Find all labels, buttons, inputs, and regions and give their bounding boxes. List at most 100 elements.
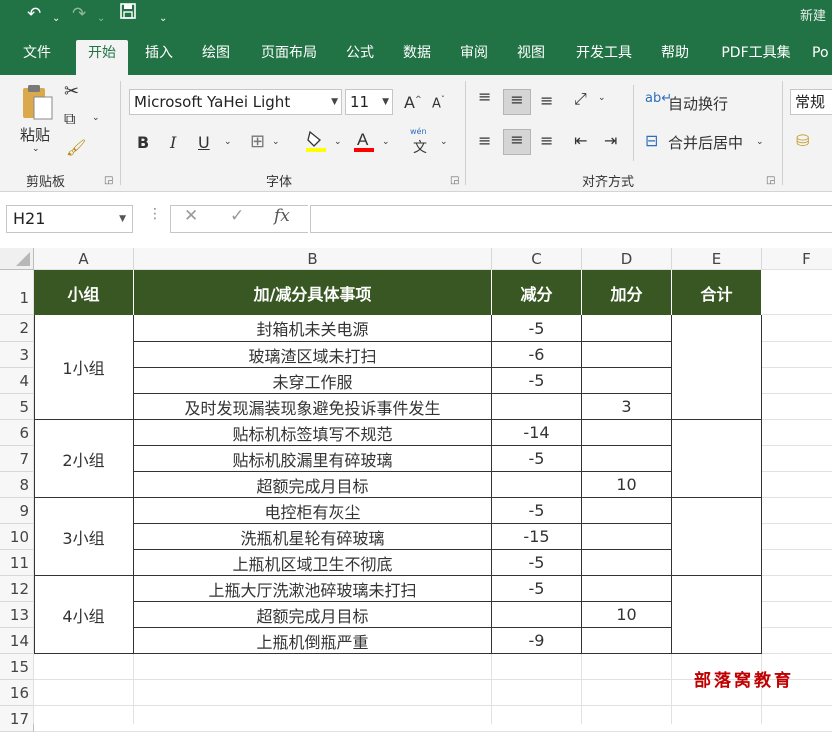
- item-description-cell[interactable]: 及时发现漏装现象避免投诉事件发生: [134, 394, 492, 420]
- header-cell-group[interactable]: 小组: [34, 270, 134, 315]
- tab-draw[interactable]: 绘图: [193, 40, 239, 75]
- row-header-17[interactable]: 17: [0, 706, 34, 732]
- row-header-10[interactable]: 10: [0, 524, 34, 550]
- row-header-7[interactable]: 7: [0, 446, 34, 472]
- select-all-corner[interactable]: [0, 248, 34, 270]
- plus-score-cell[interactable]: 3: [582, 394, 672, 420]
- cancel-icon[interactable]: ✕: [184, 206, 198, 226]
- item-description-cell[interactable]: 上瓶机区域卫生不彻底: [134, 550, 492, 576]
- copy-dropdown-icon[interactable]: ⌄: [92, 113, 100, 123]
- minus-score-cell[interactable]: -5: [492, 446, 582, 472]
- tab-view[interactable]: 视图: [508, 40, 554, 75]
- merge-center-button[interactable]: 合并后居中: [668, 132, 743, 153]
- currency-format-icon[interactable]: ⛁: [796, 131, 809, 150]
- item-description-cell[interactable]: 上瓶大厅洗漱池碎玻璃未打扫: [134, 576, 492, 602]
- redo-dropdown-icon[interactable]: ⌄: [97, 8, 105, 30]
- minus-score-cell[interactable]: [492, 602, 582, 628]
- header-cell-plus[interactable]: 加分: [582, 270, 672, 315]
- plus-score-cell[interactable]: [582, 576, 672, 602]
- underline-dropdown-icon[interactable]: ⌄: [224, 137, 232, 147]
- tab-review[interactable]: 审阅: [451, 40, 497, 75]
- item-description-cell[interactable]: 贴标机标签填写不规范: [134, 420, 492, 446]
- item-description-cell[interactable]: 超额完成月目标: [134, 472, 492, 498]
- decrease-font-size-icon[interactable]: Aˇ: [432, 95, 445, 111]
- bold-button[interactable]: B: [137, 133, 149, 152]
- undo-icon[interactable]: ↶: [27, 3, 41, 25]
- column-header-b[interactable]: B: [134, 248, 492, 270]
- minus-score-cell[interactable]: -5: [492, 550, 582, 576]
- header-cell-item[interactable]: 加/减分具体事项: [134, 270, 492, 315]
- item-description-cell[interactable]: 电控柜有灰尘: [134, 498, 492, 524]
- row-header-3[interactable]: 3: [0, 342, 34, 368]
- item-description-cell[interactable]: 封箱机未关电源: [134, 315, 492, 342]
- font-color-icon[interactable]: A: [353, 129, 375, 157]
- name-box[interactable]: H21 ▼: [6, 205, 133, 233]
- row-header-2[interactable]: 2: [0, 315, 34, 342]
- copy-icon[interactable]: ⧉: [64, 109, 75, 129]
- save-icon[interactable]: [119, 2, 137, 26]
- minus-score-cell[interactable]: -14: [492, 420, 582, 446]
- item-description-cell[interactable]: 贴标机胶漏里有碎玻璃: [134, 446, 492, 472]
- drag-handle-icon[interactable]: ⋮: [148, 206, 162, 222]
- row-header-5[interactable]: 5: [0, 394, 34, 420]
- minus-score-cell[interactable]: -5: [492, 498, 582, 524]
- header-cell-total[interactable]: 合计: [672, 270, 762, 315]
- plus-score-cell[interactable]: 10: [582, 602, 672, 628]
- alignment-launcher-icon[interactable]: ◲: [766, 175, 775, 186]
- minus-score-cell[interactable]: [492, 472, 582, 498]
- paste-icon[interactable]: [20, 83, 54, 125]
- row-header-6[interactable]: 6: [0, 420, 34, 446]
- item-description-cell[interactable]: 上瓶机倒瓶严重: [134, 628, 492, 654]
- tab-help[interactable]: 帮助: [652, 40, 698, 75]
- plus-score-cell[interactable]: [582, 446, 672, 472]
- align-bottom-icon[interactable]: ≡: [540, 91, 553, 110]
- item-description-cell[interactable]: 未穿工作服: [134, 368, 492, 394]
- tab-home[interactable]: 开始: [76, 40, 128, 75]
- fill-color-icon[interactable]: [305, 129, 327, 157]
- plus-score-cell[interactable]: [582, 368, 672, 394]
- align-center-icon[interactable]: ≡: [503, 129, 531, 155]
- row-header-9[interactable]: 9: [0, 498, 34, 524]
- font-color-dropdown-icon[interactable]: ⌄: [382, 137, 390, 147]
- total-cell[interactable]: [672, 315, 762, 420]
- column-header-a[interactable]: A: [34, 248, 134, 270]
- increase-font-size-icon[interactable]: A^: [404, 93, 422, 112]
- total-cell[interactable]: [672, 498, 762, 576]
- row-header-16[interactable]: 16: [0, 680, 34, 706]
- font-launcher-icon[interactable]: ◲: [450, 175, 459, 186]
- item-description-cell[interactable]: 超额完成月目标: [134, 602, 492, 628]
- plus-score-cell[interactable]: [582, 628, 672, 654]
- header-cell-minus[interactable]: 减分: [492, 270, 582, 315]
- plus-score-cell[interactable]: 10: [582, 472, 672, 498]
- minus-score-cell[interactable]: [492, 394, 582, 420]
- group-cell[interactable]: 2小组: [34, 420, 134, 498]
- phonetic-icon[interactable]: wén: [410, 127, 427, 136]
- row-header-11[interactable]: 11: [0, 550, 34, 576]
- merge-center-icon[interactable]: ⊟: [645, 131, 658, 150]
- decrease-indent-icon[interactable]: ⇤: [574, 131, 587, 150]
- number-format-combo[interactable]: 常规: [790, 89, 832, 115]
- tab-page-layout[interactable]: 页面布局: [252, 40, 326, 75]
- tab-pdf-tools[interactable]: PDF工具集: [710, 40, 802, 75]
- cut-icon[interactable]: ✂: [64, 81, 79, 102]
- item-description-cell[interactable]: 洗瓶机星轮有碎玻璃: [134, 524, 492, 550]
- group-cell[interactable]: 1小组: [34, 315, 134, 420]
- font-name-combo[interactable]: Microsoft YaHei Light ▼: [129, 89, 342, 115]
- redo-icon[interactable]: ↷: [72, 3, 86, 25]
- row-header-12[interactable]: 12: [0, 576, 34, 602]
- clipboard-launcher-icon[interactable]: ◲: [104, 175, 113, 186]
- tab-file[interactable]: 文件: [14, 40, 60, 75]
- minus-score-cell[interactable]: -9: [492, 628, 582, 654]
- format-painter-icon[interactable]: 🖌: [66, 138, 86, 157]
- underline-button[interactable]: U: [198, 133, 210, 152]
- font-size-combo[interactable]: 11 ▼: [345, 89, 393, 115]
- plus-score-cell[interactable]: [582, 342, 672, 368]
- borders-dropdown-icon[interactable]: ⌄: [272, 137, 280, 147]
- align-middle-icon[interactable]: ≡: [503, 89, 531, 115]
- row-header-4[interactable]: 4: [0, 368, 34, 394]
- fill-color-dropdown-icon[interactable]: ⌄: [334, 137, 342, 147]
- orientation-icon[interactable]: ⤢: [574, 89, 587, 109]
- group-cell[interactable]: 3小组: [34, 498, 134, 576]
- row-header-1[interactable]: 1: [0, 270, 34, 315]
- plus-score-cell[interactable]: [582, 498, 672, 524]
